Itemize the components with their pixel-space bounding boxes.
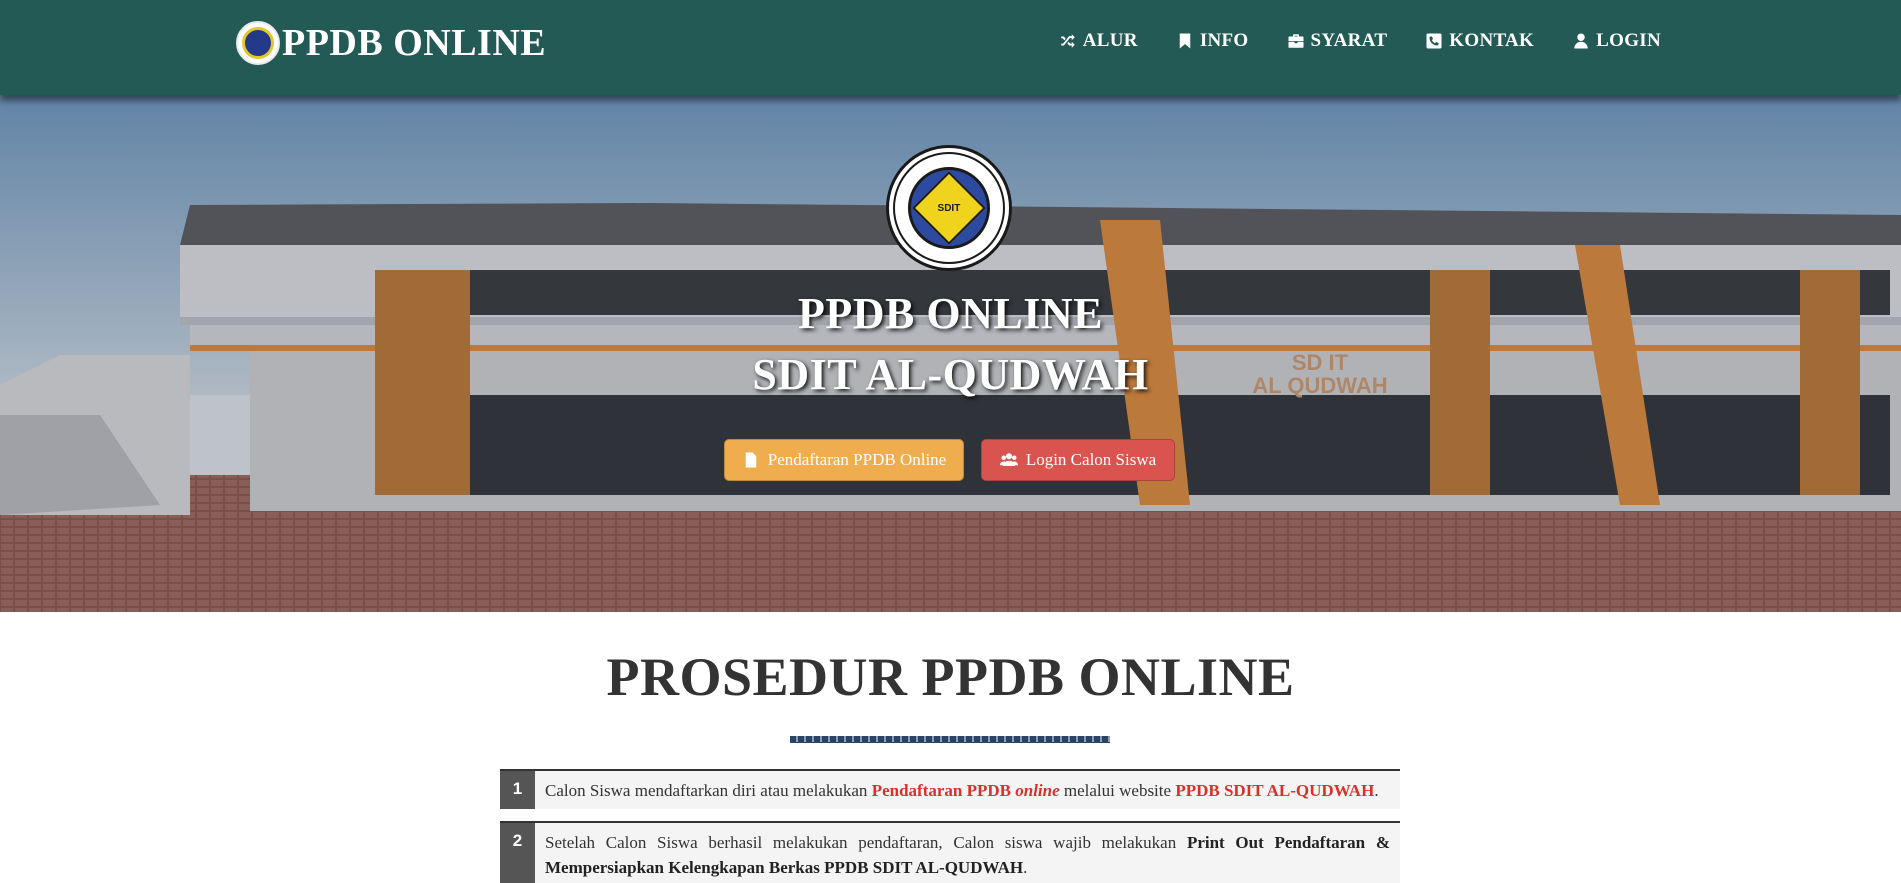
nav-label: SYARAT	[1310, 30, 1388, 51]
nav-item-alur[interactable]: ALUR	[1059, 30, 1138, 52]
register-button[interactable]: Pendaftaran PPDB Online	[724, 439, 964, 481]
list-item: 2 Setelah Calon Siswa berhasil melakukan…	[500, 821, 1400, 883]
hero-title: PPDB ONLINE	[798, 289, 1103, 338]
nav-label: KONTAK	[1449, 30, 1535, 51]
nav-item-syarat[interactable]: SYARAT	[1287, 30, 1388, 52]
website-link[interactable]: PPDB SDIT AL-QUDWAH	[1175, 781, 1374, 800]
nav-item-kontak[interactable]: KONTAK	[1425, 30, 1534, 52]
user-icon	[1574, 33, 1588, 49]
register-link[interactable]: Pendaftaran PPDB online	[872, 781, 1060, 800]
phone-icon	[1426, 33, 1442, 49]
nav-label: INFO	[1199, 30, 1249, 51]
register-link-text: Pendaftaran PPDB	[871, 781, 1016, 800]
section-title: PROSEDUR PPDB ONLINE	[606, 647, 1295, 707]
step-text-part: Calon Siswa mendaftarkan diri atau melak…	[545, 781, 872, 800]
emblem-text: SDIT	[937, 202, 961, 214]
nav-label: LOGIN	[1596, 30, 1661, 51]
step-number: 2	[500, 823, 535, 883]
hero-banner: SD IT AL QUDWAH SDIT PPDB ONLINE SDIT AL…	[0, 95, 1901, 612]
register-link-italic: online	[1015, 781, 1060, 800]
list-item: 1 Calon Siswa mendaftarkan diri atau mel…	[500, 769, 1400, 809]
navbar: PPDB ONLINE ALUR INFO SYARAT KONTAK LOGI…	[0, 0, 1901, 95]
login-student-button[interactable]: Login Calon Siswa	[981, 439, 1175, 481]
main-nav: ALUR INFO SYARAT KONTAK LOGIN	[1021, 30, 1661, 52]
step-number: 1	[500, 771, 535, 809]
step-text: Calon Siswa mendaftarkan diri atau melak…	[535, 771, 1400, 809]
hero-subtitle: SDIT AL-QUDWAH	[752, 350, 1149, 399]
register-button-label: Pendaftaran PPDB Online	[767, 450, 947, 469]
file-icon	[745, 452, 756, 468]
procedure-list: 1 Calon Siswa mendaftarkan diri atau mel…	[500, 769, 1400, 883]
login-student-button-label: Login Calon Siswa	[1025, 450, 1157, 469]
step-text-part: Setelah Calon Siswa berhasil melakukan p…	[545, 833, 1187, 852]
nav-item-login[interactable]: LOGIN	[1572, 30, 1661, 52]
brand[interactable]: PPDB ONLINE	[236, 20, 546, 66]
bookmark-icon	[1179, 33, 1191, 49]
step-text-part: melalui website	[1059, 781, 1176, 800]
section-divider	[790, 736, 1110, 743]
random-icon	[1061, 34, 1075, 48]
step-text-part: .	[1023, 858, 1028, 877]
step-text-part: .	[1374, 781, 1379, 800]
brand-title: PPDB ONLINE	[282, 22, 547, 64]
nav-item-info[interactable]: INFO	[1176, 30, 1249, 52]
school-emblem-icon: SDIT	[886, 145, 1012, 271]
users-icon	[999, 453, 1018, 466]
briefcase-icon	[1288, 34, 1304, 48]
step-text: Setelah Calon Siswa berhasil melakukan p…	[535, 823, 1400, 883]
school-logo-icon	[236, 21, 280, 65]
nav-label: ALUR	[1082, 30, 1138, 51]
